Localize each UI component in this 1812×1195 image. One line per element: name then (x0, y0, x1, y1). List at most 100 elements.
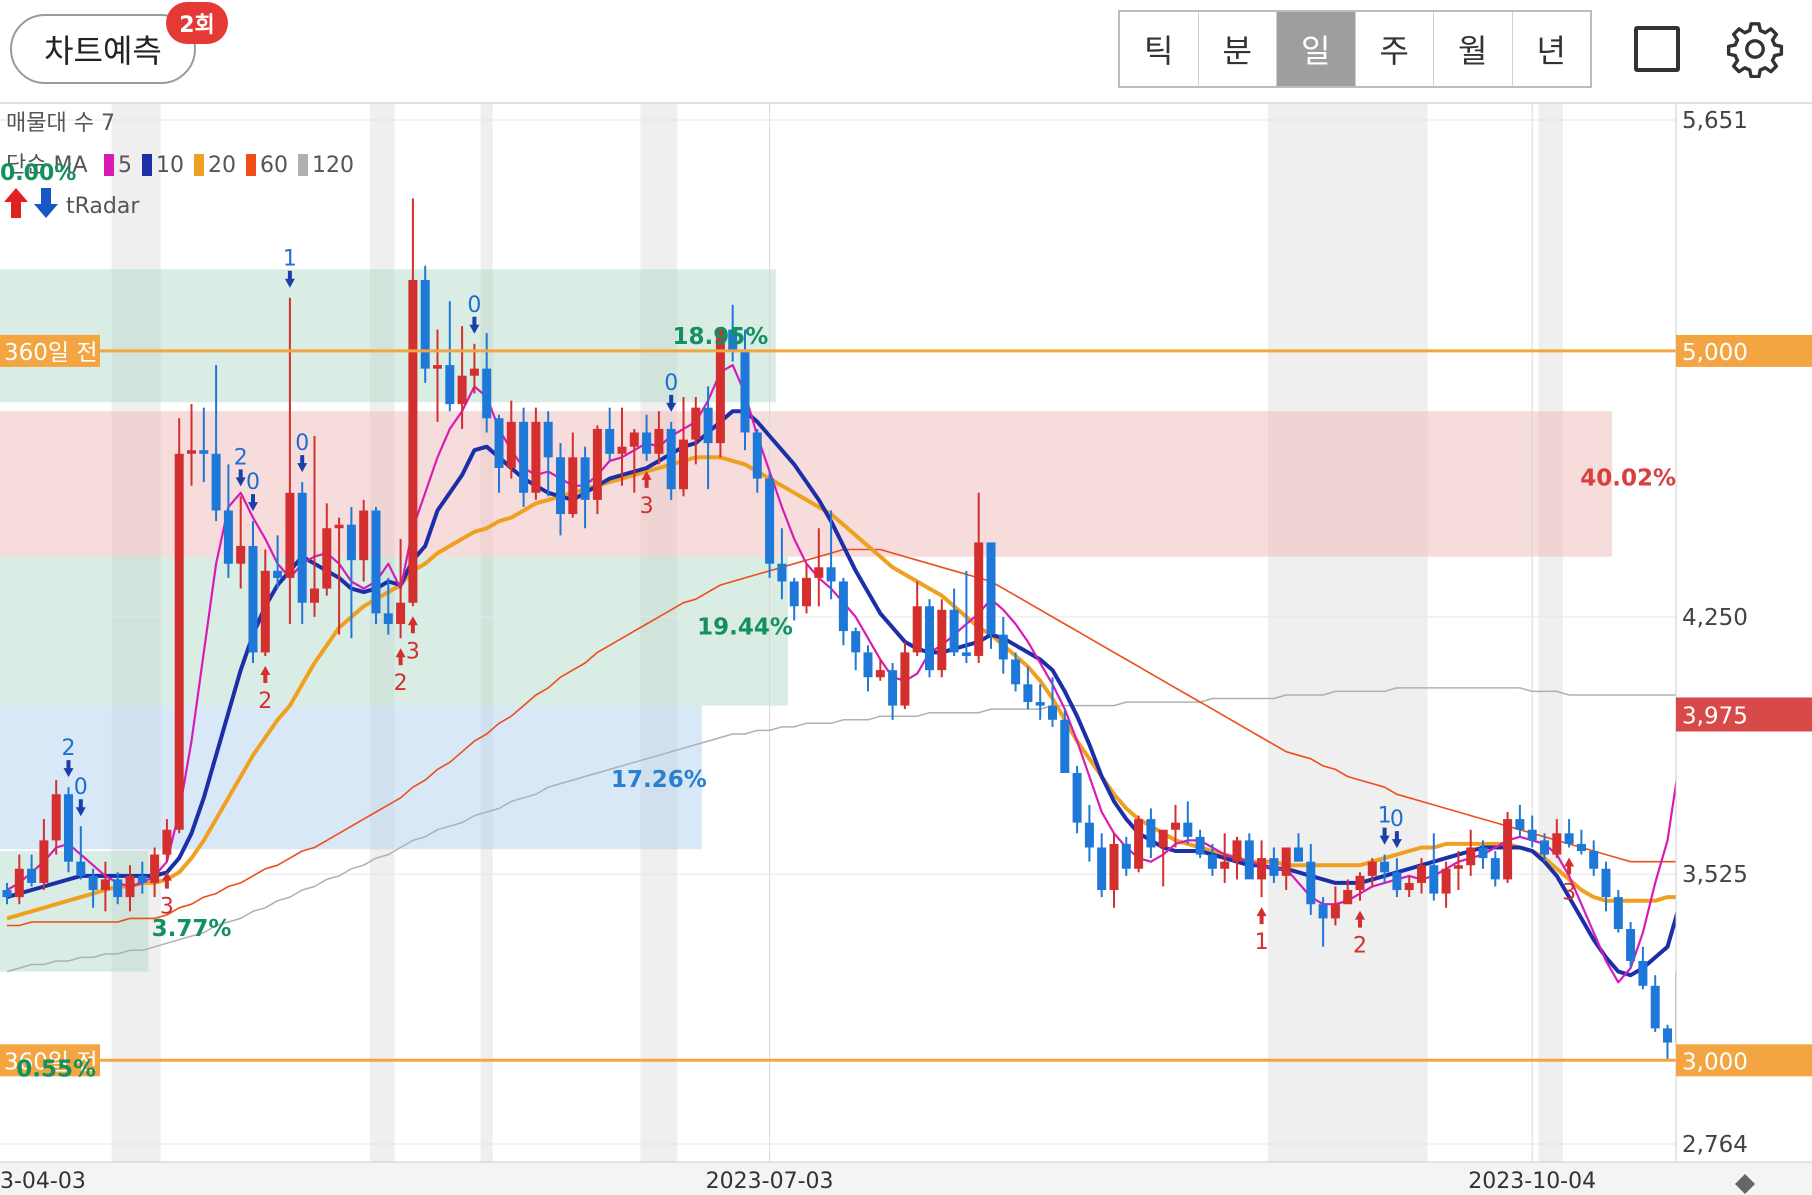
candle (371, 506, 381, 625)
candle-body (408, 279, 418, 603)
candle-body (1232, 840, 1242, 862)
candle-body (457, 375, 467, 405)
candle-body (679, 439, 688, 490)
candle-body (346, 524, 356, 561)
candle-body (1441, 868, 1451, 894)
ma-period-label: 20 (208, 153, 236, 178)
candle-body (371, 510, 381, 614)
signal-label: 0 (467, 293, 481, 318)
candle-body (1134, 819, 1144, 869)
candle-body (445, 365, 455, 405)
candle-body (1158, 829, 1168, 848)
candle-body (137, 875, 147, 883)
date-tick-label: 2023-10-04 (1468, 1169, 1596, 1194)
candle-body (1109, 843, 1119, 891)
signal-label: 1 (1255, 930, 1269, 955)
signal-label: 0 (1390, 807, 1404, 832)
price-axis-background (1676, 104, 1812, 1162)
candle-body (556, 457, 565, 515)
candle-body (691, 407, 701, 440)
candle-body (113, 879, 123, 898)
candle-body (1048, 705, 1057, 720)
candle-body (1404, 882, 1414, 891)
candle (1134, 815, 1144, 873)
candle-body (1601, 868, 1611, 898)
candle-body (875, 670, 885, 678)
candle-body (285, 492, 295, 578)
zone-percent-label: 3.77% (152, 916, 232, 942)
level-price-label: 5,000 (1682, 340, 1748, 366)
candle-body (1478, 847, 1488, 859)
candle-body (420, 279, 430, 369)
candle-body (592, 428, 602, 500)
zone-green (0, 269, 776, 403)
candle-body (1183, 822, 1193, 837)
signal-label: 2 (62, 736, 76, 761)
candle-body (297, 492, 307, 603)
period-tab-group: 틱 분 일 주 월 년 (1118, 10, 1592, 88)
candle-body (1650, 985, 1660, 1029)
tab-week[interactable]: 주 (1356, 12, 1434, 86)
signal-label: 0 (295, 431, 309, 456)
candle-body (1011, 659, 1021, 685)
gear-icon[interactable] (1726, 20, 1784, 78)
candle-body (494, 418, 504, 468)
zone-percent-label: 19.44% (697, 615, 793, 641)
ma-period-label: 60 (260, 153, 288, 178)
toolbar: 차트예측 2회 틱 분 일 주 월 년 (0, 0, 1812, 104)
candle-body (39, 840, 49, 883)
radar-percent-label: 0.00% (0, 161, 76, 186)
tab-year[interactable]: 년 (1513, 12, 1591, 86)
ma-period-label: 120 (312, 153, 354, 178)
zone-blue (0, 705, 702, 850)
volume-profile-label: 매물대 수 7 (6, 111, 115, 136)
candle (986, 542, 996, 649)
candle-body (1663, 1028, 1672, 1043)
candle-body (998, 634, 1008, 660)
price-chart[interactable]: 360일 전360일 전18.95%40.02%19.44%17.26%3.77… (0, 104, 1812, 1195)
candle-body (777, 563, 787, 582)
signal-label: 0 (74, 775, 88, 800)
candle-body (888, 670, 898, 706)
candle-body (506, 421, 516, 468)
candle-body (1540, 840, 1549, 855)
signal-label: 2 (234, 445, 248, 470)
candle (1503, 812, 1513, 883)
date-tick-label: 2023-07-03 (706, 1169, 834, 1194)
ma-color-swatch (246, 154, 256, 176)
candle-body (273, 570, 283, 578)
signal-label: 1 (283, 247, 297, 272)
candle-body (1257, 858, 1267, 880)
zone-percent-label: 40.02% (1580, 466, 1676, 492)
candle-body (1060, 719, 1070, 773)
candle-body (654, 428, 664, 454)
candle-body (1084, 822, 1094, 848)
predict-count-badge: 2회 (166, 2, 228, 44)
tab-month[interactable]: 월 (1434, 12, 1513, 86)
candle-body (1171, 822, 1180, 830)
square-icon[interactable] (1634, 26, 1680, 72)
tab-day[interactable]: 일 (1277, 12, 1356, 86)
candle-body (1343, 890, 1353, 905)
chart-predict-label: 차트예측 (44, 32, 162, 70)
candle-body (531, 421, 541, 493)
signal-label: 2 (258, 689, 272, 714)
candle-body (740, 350, 750, 433)
candle-body (900, 652, 910, 706)
ma-period-label: 10 (156, 153, 184, 178)
tab-minute[interactable]: 분 (1199, 12, 1277, 86)
candle-body (1576, 843, 1586, 852)
candle-body (27, 868, 37, 883)
candle-body (1589, 851, 1599, 869)
candle-body (1281, 847, 1291, 876)
level-label: 360일 전 (4, 340, 98, 366)
tab-tick[interactable]: 틱 (1120, 12, 1199, 86)
candle-body (802, 577, 811, 607)
candle-body (1564, 833, 1574, 844)
candle-body (543, 421, 553, 458)
candle-body (1294, 847, 1303, 862)
candle-body (1330, 904, 1340, 919)
zone-percent-label: 18.95% (673, 324, 769, 350)
candle-body (925, 606, 934, 671)
candle-body (199, 450, 209, 454)
